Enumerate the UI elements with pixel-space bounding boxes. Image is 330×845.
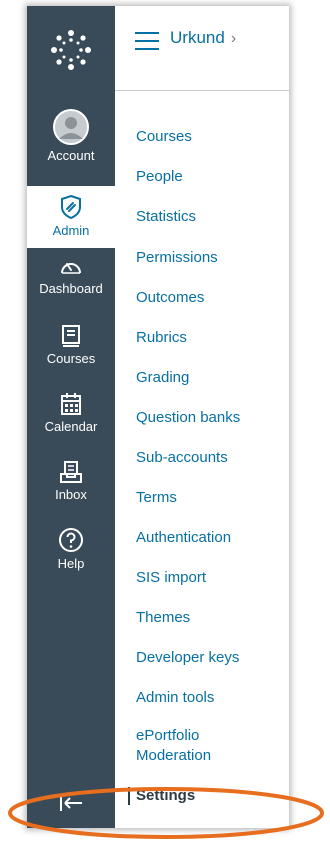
nav-inbox[interactable]: Inbox (27, 460, 115, 502)
section-link-terms[interactable]: Terms (136, 489, 177, 507)
app-frame: Account Admin Dashboard Courses Calendar… (27, 6, 289, 828)
global-nav: Account Admin Dashboard Courses Calendar… (27, 6, 115, 828)
section-link-grading[interactable]: Grading (136, 369, 189, 387)
section-link-authentication[interactable]: Authentication (136, 529, 231, 547)
nav-courses[interactable]: Courses (27, 324, 115, 366)
section-link-developer-keys[interactable]: Developer keys (136, 649, 239, 667)
nav-account-label: Account (47, 148, 95, 163)
account-main: Urkund › Courses People Statistics Permis… (115, 6, 289, 828)
section-link-statistics[interactable]: Statistics (136, 208, 196, 226)
help-icon (59, 528, 83, 552)
section-link-outcomes[interactable]: Outcomes (136, 289, 204, 307)
breadcrumb-separator-icon: › (230, 30, 237, 47)
canvas-logo-icon[interactable] (49, 28, 93, 72)
nav-dashboard-label: Dashboard (39, 281, 103, 296)
section-link-permissions[interactable]: Permissions (136, 249, 218, 267)
nav-calendar-label: Calendar (44, 419, 98, 434)
nav-help-label: Help (57, 556, 85, 571)
section-link-sis-import[interactable]: SIS import (136, 569, 206, 587)
section-link-themes[interactable]: Themes (136, 609, 190, 627)
breadcrumb-account-link[interactable]: Urkund (170, 28, 225, 47)
section-link-admin-tools[interactable]: Admin tools (136, 689, 214, 707)
nav-courses-label: Courses (46, 351, 96, 366)
nav-help[interactable]: Help (27, 527, 115, 571)
top-header: Urkund › (115, 6, 289, 91)
section-link-moderation[interactable]: Moderation (136, 747, 211, 765)
inbox-icon (60, 461, 82, 483)
calendar-icon (61, 393, 81, 415)
nav-calendar[interactable]: Calendar (27, 392, 115, 434)
section-link-people[interactable]: People (136, 168, 183, 186)
nav-account[interactable]: Account (27, 109, 115, 163)
section-link-sub-accounts[interactable]: Sub-accounts (136, 449, 228, 467)
shield-icon (61, 194, 81, 220)
nav-admin[interactable]: Admin (27, 186, 115, 248)
section-link-rubrics[interactable]: Rubrics (136, 329, 187, 347)
book-icon (62, 325, 80, 347)
section-link-courses[interactable]: Courses (136, 128, 192, 146)
section-link-eportfolio[interactable]: ePortfolio (136, 727, 199, 745)
hamburger-menu-icon[interactable] (135, 32, 159, 50)
highlight-oval (8, 787, 324, 839)
nav-admin-label: Admin (52, 223, 90, 238)
avatar-icon (53, 109, 89, 145)
nav-inbox-label: Inbox (55, 487, 87, 502)
breadcrumb: Urkund › (170, 28, 236, 48)
nav-dashboard[interactable]: Dashboard (27, 256, 115, 296)
section-link-question-banks[interactable]: Question banks (136, 409, 240, 427)
speedometer-icon (61, 263, 81, 274)
